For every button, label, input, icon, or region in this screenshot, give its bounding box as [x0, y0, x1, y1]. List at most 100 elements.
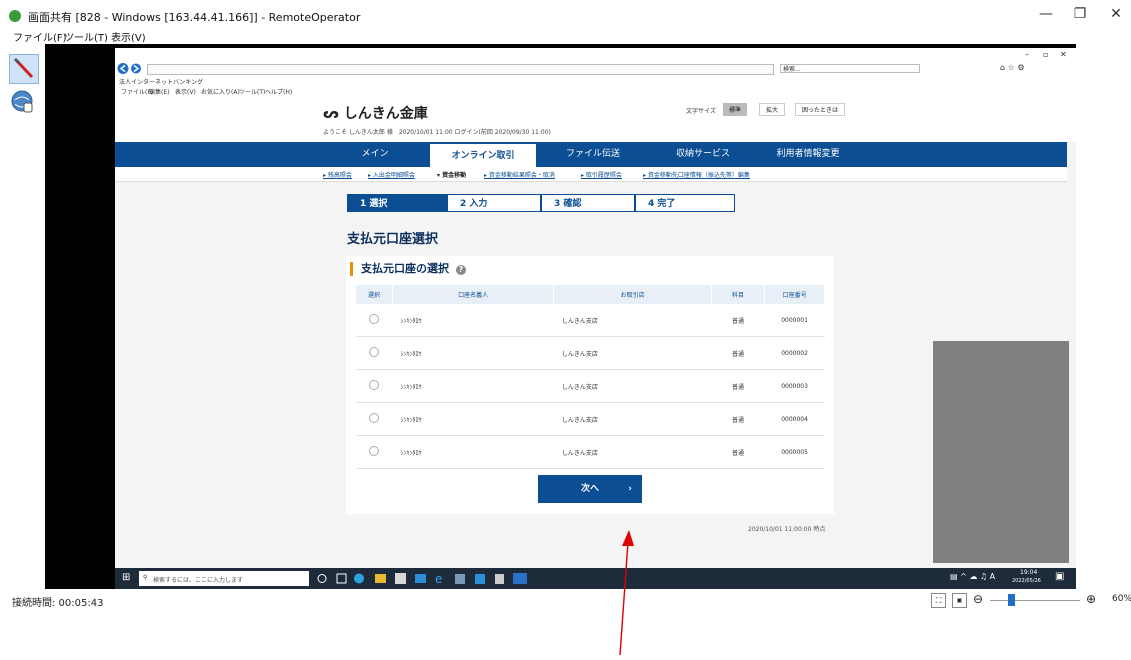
app-icon — [9, 10, 21, 22]
nav-tab-user-info[interactable]: 利用者情報変更 — [755, 142, 861, 167]
taskbar-search[interactable]: ⚲ 検索するには、ここに入力します — [139, 571, 309, 586]
table-row[interactable]: ｼﾝｷﾝﾀﾛｳ しんきん支店 普通 0000003 — [356, 369, 825, 403]
font-size-label: 文字サイズ — [686, 108, 716, 115]
cell-number: 0000001 — [764, 304, 825, 337]
section-title: 支払元口座の選択 ? — [350, 262, 466, 276]
ie-menu-edit[interactable]: 編集(E) — [149, 87, 169, 96]
table-header-row: 選択 口座名義人 お取引店 科目 口座番号 — [356, 285, 825, 304]
ie-menu-favorites[interactable]: お気に入り(A) — [201, 87, 240, 96]
radio-button[interactable] — [369, 446, 380, 456]
subnav-payee-edit[interactable]: ▸ 資金移動先口座情報（振込先等）編集 — [643, 170, 750, 179]
font-large-button[interactable]: 拡大 — [759, 103, 786, 116]
cell-holder: ｼﾝｷﾝﾀﾛｳ — [392, 304, 554, 337]
nav-tab-file-transfer[interactable]: ファイル伝送 — [540, 142, 646, 167]
zoom-in-icon[interactable]: ⊕ — [1086, 592, 1096, 606]
row-radio[interactable] — [356, 304, 393, 337]
tray-icons[interactable]: ▤ ^ ☁ ♫ A — [950, 572, 995, 581]
step-input: 2 入力 — [447, 194, 541, 212]
cell-holder: ｼﾝｷﾝﾀﾛｳ — [392, 369, 554, 403]
windows-taskbar: ⊞ ⚲ 検索するには、ここに入力します e ▤ ^ ☁ ♫ A 19:04 20… — [115, 568, 1076, 589]
radio-button[interactable] — [369, 347, 380, 357]
radio-button[interactable] — [369, 380, 380, 390]
subnav-balance[interactable]: ▸ 残高照会 — [323, 170, 352, 179]
nav-tab-payment-service[interactable]: 収納サービス — [650, 142, 756, 167]
col-branch: お取引店 — [553, 285, 712, 304]
table-row[interactable]: ｼﾝｷﾝﾀﾛｳ しんきん支店 普通 0000005 — [356, 435, 825, 469]
main-nav: メイン オンライン取引 ファイル伝送 収納サービス 利用者情報変更 — [115, 142, 1067, 169]
cell-holder: ｼﾝｷﾝﾀﾛｳ — [392, 435, 554, 469]
close-button[interactable]: ✕ — [1106, 6, 1126, 22]
minimize-button[interactable]: — — [1036, 6, 1056, 22]
welcome-text: ようこそ しんきん太郎 様 2020/10/01 11:00 ログイン(前回 2… — [323, 129, 551, 136]
row-radio[interactable] — [356, 336, 393, 370]
row-radio[interactable] — [356, 435, 393, 469]
next-button[interactable]: 次へ › — [538, 475, 642, 503]
table-row[interactable]: ｼﾝｷﾝﾀﾛｳ しんきん支店 普通 0000002 — [356, 336, 825, 370]
account-table: 選択 口座名義人 お取引店 科目 口座番号 ｼﾝｷﾝﾀﾛｳ しんきん支店 普通 … — [356, 285, 825, 469]
zoom-out-icon[interactable]: ⊖ — [973, 592, 983, 606]
ie-tab[interactable]: 法人インターネットバンキング — [119, 77, 203, 86]
row-radio[interactable] — [356, 369, 393, 403]
page-title: 支払元口座選択 — [347, 232, 439, 247]
svg-text:e: e — [435, 572, 442, 586]
step-select: 1 選択 — [347, 194, 447, 212]
ie-menu-view[interactable]: 表示(V) — [175, 87, 196, 96]
table-row[interactable]: ｼﾝｷﾝﾀﾛｳ しんきん支店 普通 0000004 — [356, 402, 825, 436]
data-timestamp: 2020/10/01 11:00:00 時点 — [748, 526, 826, 533]
fit-screen-icon[interactable]: ⛶ — [931, 593, 946, 608]
red-annotation-arrow — [619, 530, 634, 656]
bank-logo[interactable]: ᔕ しんきん金庫 — [323, 103, 428, 123]
menu-tools[interactable]: ツール(T) — [64, 29, 108, 44]
cell-type: 普通 — [711, 435, 765, 469]
favorites-icon[interactable]: ⌂ ☆ ⚙ — [1000, 63, 1025, 72]
search-icon: ⚲ — [143, 574, 148, 581]
gray-overlay-box — [933, 341, 1069, 563]
remote-control-button[interactable] — [9, 88, 37, 116]
menu-file[interactable]: ファイル(F) — [13, 29, 67, 44]
row-radio[interactable] — [356, 402, 393, 436]
windows-start-icon[interactable]: ⊞ — [122, 572, 130, 583]
subnav-history[interactable]: ▸ 取引履歴照会 — [581, 170, 622, 179]
taskbar-app-icons[interactable]: e — [315, 571, 575, 586]
subnav-transfer[interactable]: ▾ 資金移動 — [437, 170, 466, 179]
cell-holder: ｼﾝｷﾝﾀﾛｳ — [392, 402, 554, 436]
maximize-button[interactable]: ❐ — [1070, 6, 1090, 22]
zoom-slider-handle[interactable] — [1008, 594, 1015, 606]
subnav-transfer-result[interactable]: ▸ 資金移動結果照会・取消 — [484, 170, 555, 179]
menubar: ファイル(F) ツール(T) 表示(V) — [0, 28, 300, 44]
ie-address-bar: 検索... ⌂ ☆ ⚙ — [115, 62, 1076, 77]
bank-logo-icon: ᔕ — [323, 106, 339, 122]
ie-menu-tools[interactable]: ツール(T) — [239, 87, 265, 96]
radio-button[interactable] — [369, 314, 380, 324]
nav-tab-online[interactable]: オンライン取引 — [430, 142, 536, 169]
col-holder: 口座名義人 — [392, 285, 555, 304]
tool-column — [0, 44, 46, 584]
subnav-statement[interactable]: ▸ 入出金明細照会 — [368, 170, 415, 179]
font-standard-button[interactable]: 標準 — [723, 103, 748, 116]
ie-menu-help[interactable]: ヘルプ(H) — [265, 87, 292, 96]
sub-nav: ▸ 残高照会 ▸ 入出金明細照会 ▾ 資金移動 ▸ 資金移動結果照会・取消 ▸ … — [115, 167, 1067, 182]
back-forward-icon[interactable] — [117, 62, 143, 75]
col-select: 選択 — [356, 285, 394, 304]
help-question-icon[interactable]: ? — [455, 265, 466, 275]
help-button[interactable]: 困ったときは — [795, 103, 846, 116]
zoom-slider-track[interactable] — [990, 600, 1080, 601]
pen-icon — [13, 57, 34, 79]
taskbar-time: 19:04 — [1020, 569, 1038, 576]
cell-branch: しんきん支店 — [553, 402, 712, 436]
cell-number: 0000004 — [764, 402, 825, 436]
ie-search-field[interactable]: 検索... — [780, 64, 920, 73]
radio-button[interactable] — [369, 413, 380, 423]
menu-view[interactable]: 表示(V) — [111, 29, 146, 44]
bank-header: ᔕ しんきん金庫 ようこそ しんきん太郎 様 2020/10/01 11:00 … — [115, 96, 1076, 142]
cell-type: 普通 — [711, 369, 765, 403]
cell-number: 0000002 — [764, 336, 825, 370]
nav-tab-main[interactable]: メイン — [325, 142, 425, 167]
connection-time: 接続時間: 00:05:43 — [12, 598, 104, 609]
pen-tool-button[interactable] — [9, 54, 39, 84]
cell-number: 0000005 — [764, 435, 825, 469]
actual-size-icon[interactable]: ▣ — [952, 593, 967, 608]
url-field[interactable] — [147, 64, 774, 75]
notification-icon[interactable]: ▣ — [1055, 571, 1064, 582]
table-row[interactable]: ｼﾝｷﾝﾀﾛｳ しんきん支店 普通 0000001 — [356, 304, 825, 337]
